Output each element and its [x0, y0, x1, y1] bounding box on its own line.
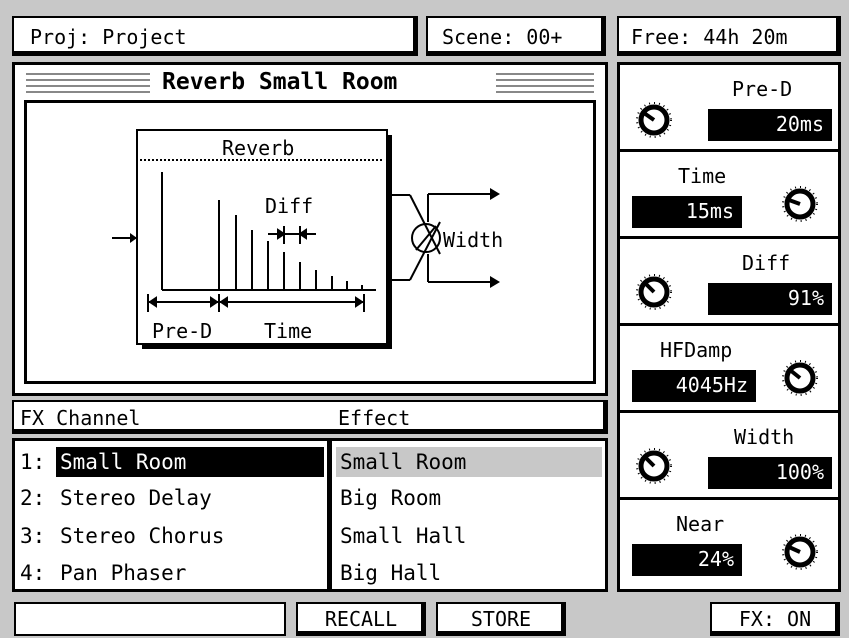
param-slot-time[interactable]: Time 15ms — [620, 152, 838, 236]
channel-name[interactable]: Stereo Delay — [60, 483, 212, 513]
param-value[interactable]: 100% — [708, 457, 832, 489]
param-slot-width[interactable]: Width 100% — [620, 413, 838, 497]
recall-button[interactable]: RECALL — [296, 602, 426, 636]
reverb-box — [136, 129, 388, 345]
channel-name[interactable]: Pan Phaser — [60, 558, 186, 588]
diagram-time-label: Time — [264, 319, 313, 343]
fx-channel-header: FX Channel — [20, 406, 141, 430]
effect-item-selected[interactable]: Small Room — [336, 447, 602, 477]
param-value[interactable]: 24% — [632, 544, 742, 576]
param-value[interactable]: 91% — [708, 283, 832, 315]
diagram-diff-label: Diff — [265, 194, 314, 218]
effect-item[interactable]: Big Hall — [340, 558, 441, 588]
fx-library-button[interactable]: FX LIBRARY — [14, 602, 286, 636]
param-label: Time — [678, 164, 727, 188]
fx-on-button[interactable]: FX: ON — [710, 602, 840, 636]
input-arrow — [130, 233, 137, 243]
channel-name[interactable]: Stereo Chorus — [60, 521, 224, 551]
param-label: Width — [734, 425, 795, 449]
channel-number: 2: — [20, 486, 46, 510]
param-slot-hfdamp[interactable]: HFDamp 4045Hz — [620, 326, 838, 410]
param-slot-near[interactable]: Near 24% — [620, 500, 838, 589]
param-label: HFDamp — [660, 338, 733, 362]
diagram-pred-label: Pre-D — [152, 319, 213, 343]
param-label: Near — [676, 512, 725, 536]
param-slot-pred[interactable]: Pre-D 20ms — [620, 65, 838, 149]
list-header-bar: FX Channel Effect — [12, 400, 608, 434]
param-value[interactable]: 20ms — [708, 109, 832, 141]
channel-number: 4: — [20, 561, 46, 585]
output-arrow-top — [490, 188, 500, 200]
effect-header: Effect — [338, 406, 411, 430]
effect-item[interactable]: Small Hall — [340, 521, 466, 551]
param-label: Diff — [742, 251, 791, 275]
output-arrow-bottom — [490, 276, 500, 288]
diagram-width-label: Width — [443, 228, 504, 252]
param-value[interactable]: 4045Hz — [632, 370, 756, 402]
diagram-reverb-label: Reverb — [222, 136, 295, 160]
effect-item[interactable]: Big Room — [340, 483, 441, 513]
channel-number: 1: — [20, 450, 46, 474]
param-label: Pre-D — [732, 77, 793, 101]
channel-name-selected[interactable]: Small Room — [56, 447, 324, 477]
store-button[interactable]: STORE — [436, 602, 566, 636]
channel-number: 3: — [20, 524, 46, 548]
param-slot-diff[interactable]: Diff 91% — [620, 239, 838, 323]
param-value[interactable]: 15ms — [632, 196, 742, 228]
